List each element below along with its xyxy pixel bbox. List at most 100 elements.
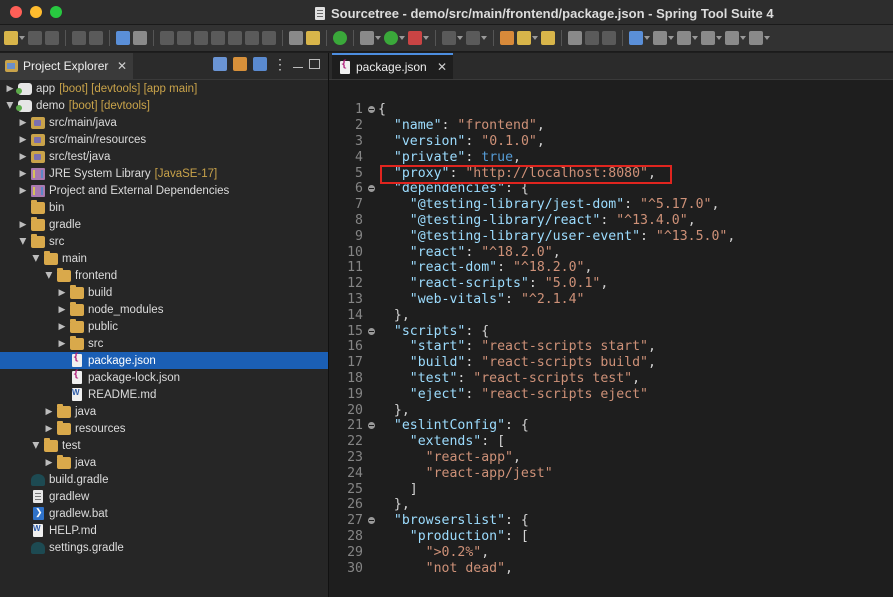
word-wrap-icon[interactable] [585, 31, 599, 45]
code-editor[interactable]: 1{2 "name": "frontend", 3 "version": "0.1… [329, 102, 893, 576]
dropdown-arrow-icon[interactable] [668, 36, 674, 40]
fold-toggle-icon[interactable] [366, 516, 376, 526]
code-line[interactable]: 27 "browserslist": { [329, 513, 893, 529]
code-line[interactable]: 7 "@testing-library/jest-dom": "^5.17.0"… [329, 197, 893, 213]
tree-item-package-lock-json[interactable]: package-lock.json [0, 369, 328, 386]
fold-toggle-icon[interactable] [366, 105, 376, 115]
tree-item-src-main-resources[interactable]: ▶ src/main/resources [0, 131, 328, 148]
tab-package-json[interactable]: package.json ✕ [332, 53, 453, 79]
boot-dashboard-icon[interactable] [333, 31, 347, 45]
run-last-icon[interactable] [306, 31, 320, 45]
dropdown-arrow-icon[interactable] [692, 36, 698, 40]
tree-item-app[interactable]: ▶ app [boot] [devtools] [app main] [0, 80, 328, 97]
chevron-right-icon[interactable]: ▶ [44, 423, 54, 434]
terminate-icon[interactable] [194, 31, 208, 45]
code-line[interactable]: 8 "@testing-library/react": "^13.4.0", [329, 213, 893, 229]
code-line[interactable]: 16 "start": "react-scripts start", [329, 339, 893, 355]
code-line[interactable]: 6 "dependencies": { [329, 181, 893, 197]
code-line[interactable]: 10 "react": "^18.2.0", [329, 244, 893, 260]
chevron-down-icon[interactable]: ▶ [31, 441, 42, 451]
terminal-icon[interactable] [116, 31, 130, 45]
resume-icon[interactable] [160, 31, 174, 45]
chevron-right-icon[interactable]: ▶ [18, 117, 28, 128]
window-close-button[interactable] [10, 6, 22, 18]
external-tools-icon[interactable] [360, 31, 374, 45]
build-icon[interactable] [289, 31, 303, 45]
filter-icon[interactable] [253, 57, 267, 71]
chevron-right-icon[interactable]: ▶ [57, 338, 67, 349]
code-line[interactable]: 1{ [329, 102, 893, 118]
code-line[interactable]: 28 "production": [ [329, 529, 893, 545]
redo-icon[interactable] [89, 31, 103, 45]
code-line[interactable]: 13 "web-vitals": "^2.1.4" [329, 292, 893, 308]
code-line[interactable]: 15 "scripts": { [329, 323, 893, 339]
tree-item-public[interactable]: ▶ public [0, 318, 328, 335]
chevron-right-icon[interactable]: ▶ [57, 287, 67, 298]
tree-item-test-java[interactable]: ▶ java [0, 454, 328, 471]
tab-project-explorer[interactable]: Project Explorer ✕ [0, 53, 133, 79]
dropdown-arrow-icon[interactable] [423, 36, 429, 40]
code-line[interactable]: 11 "react-dom": "^18.2.0", [329, 260, 893, 276]
brush-icon[interactable] [517, 31, 531, 45]
fold-toggle-icon[interactable] [366, 184, 376, 194]
step-into-icon[interactable] [228, 31, 242, 45]
tree-item-package-json[interactable]: package.json [0, 352, 328, 369]
chevron-right-icon[interactable]: ▶ [18, 219, 28, 230]
chevron-right-icon[interactable]: ▶ [5, 83, 15, 94]
suspend-icon[interactable] [177, 31, 191, 45]
code-line[interactable]: 5 "proxy": "http://localhost:8080", [329, 165, 893, 181]
minimize-icon[interactable] [293, 66, 303, 68]
tree-item-main-java[interactable]: ▶ java [0, 403, 328, 420]
forward-icon[interactable] [725, 31, 739, 45]
tree-item-src-main-java[interactable]: ▶ src/main/java [0, 114, 328, 131]
chevron-down-icon[interactable]: ▶ [5, 101, 16, 111]
disconnect-icon[interactable] [211, 31, 225, 45]
tree-item-main-resources[interactable]: ▶ resources [0, 420, 328, 437]
debug-icon[interactable] [408, 31, 422, 45]
nav-back-icon[interactable] [749, 31, 763, 45]
highlight-icon[interactable] [541, 31, 555, 45]
chevron-right-icon[interactable]: ▶ [44, 406, 54, 417]
close-icon[interactable]: ✕ [117, 59, 127, 73]
chevron-right-icon[interactable]: ▶ [57, 304, 67, 315]
code-line[interactable]: 17 "build": "react-scripts build", [329, 355, 893, 371]
chevron-right-icon[interactable]: ▶ [18, 151, 28, 162]
dropdown-arrow-icon[interactable] [481, 36, 487, 40]
tree-item-build[interactable]: ▶ build [0, 284, 328, 301]
code-line[interactable]: 21 "eslintConfig": { [329, 418, 893, 434]
annotation-icon[interactable] [653, 31, 667, 45]
code-line[interactable]: 18 "test": "react-scripts test", [329, 371, 893, 387]
save-all-icon[interactable] [45, 31, 59, 45]
tree-item-gradlew[interactable]: gradlew [0, 488, 328, 505]
tree-item-dependencies[interactable]: ▶ Project and External Dependencies [0, 182, 328, 199]
code-line[interactable]: 30 "not dead", [329, 560, 893, 576]
chevron-right-icon[interactable]: ▶ [18, 185, 28, 196]
tree-item-src[interactable]: ▶ src [0, 233, 328, 250]
window-minimize-button[interactable] [30, 6, 42, 18]
tree-item-frontend-src[interactable]: ▶ src [0, 335, 328, 352]
link-with-editor-icon[interactable] [233, 57, 247, 71]
fold-toggle-icon[interactable] [366, 421, 376, 431]
open-type-icon[interactable] [500, 31, 514, 45]
code-line[interactable]: 24 "react-app/jest" [329, 465, 893, 481]
dropdown-arrow-icon[interactable] [644, 36, 650, 40]
globe-icon[interactable] [629, 31, 643, 45]
chevron-right-icon[interactable]: ▶ [18, 168, 28, 179]
profile-icon[interactable] [466, 31, 480, 45]
window-zoom-button[interactable] [50, 6, 62, 18]
tree-item-help-md[interactable]: HELP.md [0, 522, 328, 539]
dropdown-arrow-icon[interactable] [740, 36, 746, 40]
code-line[interactable]: 25 ] [329, 481, 893, 497]
code-line[interactable]: 26 }, [329, 497, 893, 513]
tree-item-gradlew-bat[interactable]: gradlew.bat [0, 505, 328, 522]
step-return-icon[interactable] [262, 31, 276, 45]
code-line[interactable]: 2 "name": "frontend", [329, 118, 893, 134]
code-line[interactable]: 20 }, [329, 402, 893, 418]
code-line[interactable]: 23 "react-app", [329, 450, 893, 466]
back-icon[interactable] [701, 31, 715, 45]
toggle-block-icon[interactable] [568, 31, 582, 45]
chevron-right-icon[interactable]: ▶ [57, 321, 67, 332]
code-line[interactable]: 19 "eject": "react-scripts eject" [329, 386, 893, 402]
new-icon[interactable] [4, 31, 18, 45]
chevron-right-icon[interactable]: ▶ [44, 457, 54, 468]
